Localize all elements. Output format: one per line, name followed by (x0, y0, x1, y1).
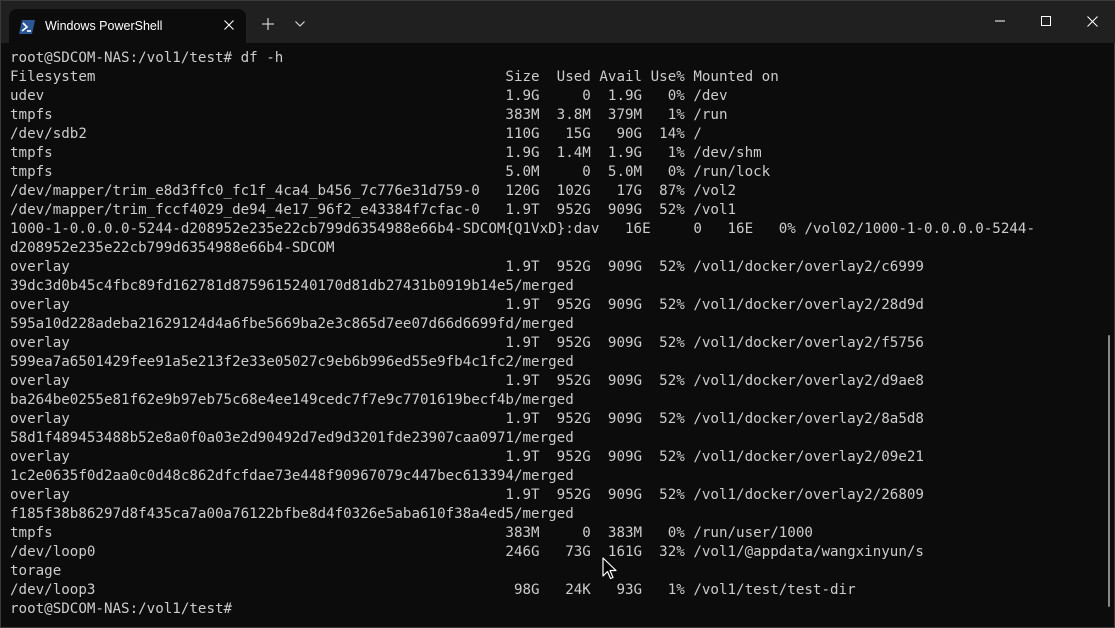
tab-title: Windows PowerShell (45, 19, 163, 33)
close-tab-button[interactable] (220, 16, 238, 34)
terminal-line: overlay 1.9T 952G 909G 52% /vol1/docker/… (10, 373, 924, 389)
terminal-line: /dev/sdb2 110G 15G 90G 14% / (10, 126, 702, 142)
minimize-button[interactable] (977, 1, 1023, 41)
terminal-line: tmpfs 1.9G 1.4M 1.9G 1% /dev/shm (10, 145, 762, 161)
terminal-line: torage (10, 563, 62, 579)
minimize-icon (995, 20, 1005, 22)
terminal-line: root@SDCOM-NAS:/vol1/test# (10, 601, 233, 617)
terminal-output[interactable]: root@SDCOM-NAS:/vol1/test# df -h Filesyst… (10, 49, 1106, 625)
terminal-line: overlay 1.9T 952G 909G 52% /vol1/docker/… (10, 297, 924, 313)
terminal-line: /dev/mapper/trim_e8d3ffc0_fc1f_4ca4_b456… (10, 183, 737, 199)
terminal-line: udev 1.9G 0 1.9G 0% /dev (10, 88, 728, 104)
new-tab-button[interactable] (259, 15, 277, 33)
terminal-line: /dev/mapper/trim_fccf4029_de94_4e17_96f2… (10, 202, 737, 218)
plus-icon (262, 18, 274, 30)
terminal-line: 599ea7a6501429fee91a5e213f2e33e05027c9eb… (10, 354, 574, 370)
title-bar[interactable]: Windows PowerShell (1, 1, 1115, 43)
terminal-line: f185f38b86297d8f435ca7a00a76122bfbe8d4f0… (10, 506, 574, 522)
terminal-line: tmpfs 5.0M 0 5.0M 0% /run/lock (10, 164, 771, 180)
terminal-line: /dev/loop3 98G 24K 93G 1% /vol1/test/tes… (10, 582, 856, 598)
terminal-line: tmpfs 383M 0 383M 0% /run/user/1000 (10, 525, 813, 541)
terminal-line: d208952e235e22cb799d6354988e66b4-SDCOM (10, 240, 335, 256)
terminal-line: 1c2e0635f0d2aa0c0d48c862dfcfdae73e448f90… (10, 468, 574, 484)
scrollbar-thumb[interactable] (1108, 335, 1110, 607)
terminal-line: overlay 1.9T 952G 909G 52% /vol1/docker/… (10, 411, 924, 427)
tab-dropdown-button[interactable] (291, 15, 309, 33)
powershell-icon (19, 19, 35, 34)
terminal-line: overlay 1.9T 952G 909G 52% /vol1/docker/… (10, 487, 924, 503)
terminal-line: /dev/loop0 246G 73G 161G 32% /vol1/@appd… (10, 544, 924, 560)
terminal-line: 595a10d228adeba21629124d4a6fbe5669ba2e3c… (10, 316, 574, 332)
chevron-down-icon (295, 21, 305, 27)
mouse-pointer-icon (602, 557, 617, 580)
terminal-line: tmpfs 383M 3.8M 379M 1% /run (10, 107, 728, 123)
terminal-line: overlay 1.9T 952G 909G 52% /vol1/docker/… (10, 449, 924, 465)
maximize-button[interactable] (1023, 1, 1069, 41)
terminal-line: 58d1f489453488b52e8a0f0a03e2d90492d7ed9d… (10, 430, 574, 446)
close-icon (224, 20, 234, 30)
maximize-icon (1041, 16, 1051, 26)
close-window-button[interactable] (1069, 1, 1115, 41)
terminal-line: ba264be0255e81f62e9b97eb75c68e4ee149cedc… (10, 392, 574, 408)
terminal-line: Filesystem Size Used Avail Use% Mounted … (10, 69, 779, 85)
tab-windows-powershell[interactable]: Windows PowerShell (9, 9, 246, 43)
terminal-line: 39dc3d0b45c4fbc89fd162781d8759615240170d… (10, 278, 574, 294)
powershell-window: Windows PowerShell root@SDCOM-NAS:/vol1/… (0, 0, 1115, 628)
terminal-line: overlay 1.9T 952G 909G 52% /vol1/docker/… (10, 259, 924, 275)
close-icon (1086, 15, 1098, 27)
terminal-line: root@SDCOM-NAS:/vol1/test# df -h (10, 50, 284, 66)
terminal-line: 1000-1-0.0.0.0-5244-d208952e235e22cb799d… (10, 221, 1035, 237)
terminal-line: overlay 1.9T 952G 909G 52% /vol1/docker/… (10, 335, 924, 351)
